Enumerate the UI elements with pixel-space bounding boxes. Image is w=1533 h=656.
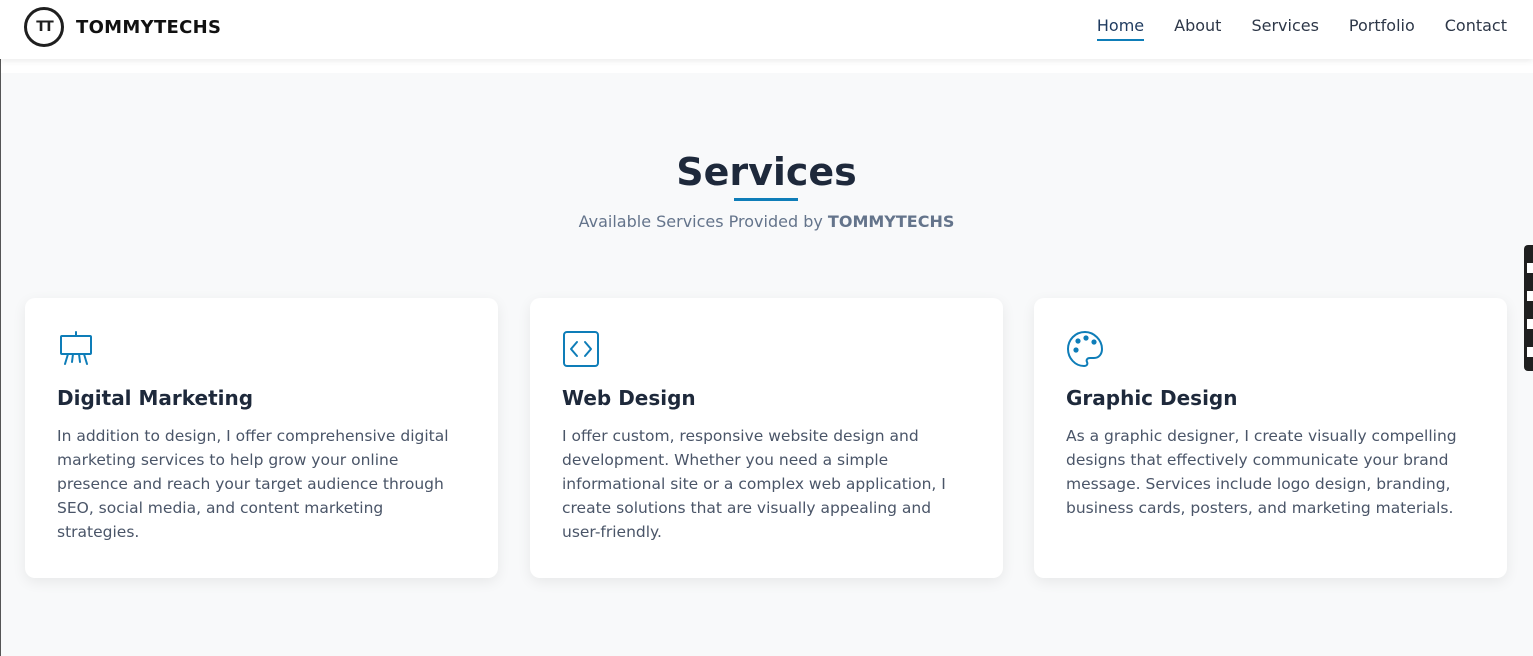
- section-title: Services: [676, 150, 857, 194]
- nav-portfolio[interactable]: Portfolio: [1349, 16, 1415, 41]
- subtitle-prefix: Available Services Provided by: [578, 212, 828, 231]
- logo-mark-icon: TT: [24, 7, 64, 47]
- service-title: Web Design: [562, 386, 696, 410]
- service-title: Digital Marketing: [57, 386, 254, 410]
- service-card-web-design: Web Design I offer custom, responsive we…: [530, 298, 1003, 578]
- brand-name: TOMMYTECHS: [76, 16, 222, 38]
- title-underline: [734, 198, 798, 201]
- side-toolbar-slot: [1527, 263, 1533, 273]
- side-toolbar-slot: [1527, 347, 1533, 357]
- side-toolbar-slot: [1527, 291, 1533, 301]
- header-spacer: [0, 59, 1533, 73]
- service-card-graphic-design: Graphic Design As a graphic designer, I …: [1034, 298, 1507, 578]
- code-brackets-icon: [563, 331, 599, 367]
- main-nav: Home About Services Portfolio Contact: [1096, 16, 1507, 41]
- nav-services[interactable]: Services: [1251, 16, 1318, 41]
- nav-home[interactable]: Home: [1096, 16, 1145, 41]
- presentation-easel-icon: [60, 331, 92, 365]
- nav-contact[interactable]: Contact: [1445, 16, 1507, 41]
- side-toolbar-slot: [1527, 319, 1533, 329]
- section-subtitle: Available Services Provided by TOMMYTECH…: [0, 212, 1533, 231]
- service-description: As a graphic designer, I create visually…: [1066, 427, 1457, 517]
- site-header: TT TOMMYTECHS Home About Services Portfo…: [0, 0, 1533, 59]
- service-description: I offer custom, responsive website desig…: [562, 427, 946, 541]
- palette-icon: [1066, 330, 1104, 368]
- nav-about[interactable]: About: [1174, 16, 1221, 41]
- side-toolbar-widget[interactable]: [1524, 245, 1533, 371]
- service-title: Graphic Design: [1066, 386, 1238, 410]
- brand-logo-link[interactable]: TT TOMMYTECHS: [24, 7, 221, 47]
- service-card-digital-marketing: Digital Marketing In addition to design,…: [25, 298, 498, 578]
- subtitle-brand: TOMMYTECHS: [827, 212, 955, 231]
- window-edge: [0, 59, 1, 656]
- service-description: In addition to design, I offer comprehen…: [57, 427, 449, 541]
